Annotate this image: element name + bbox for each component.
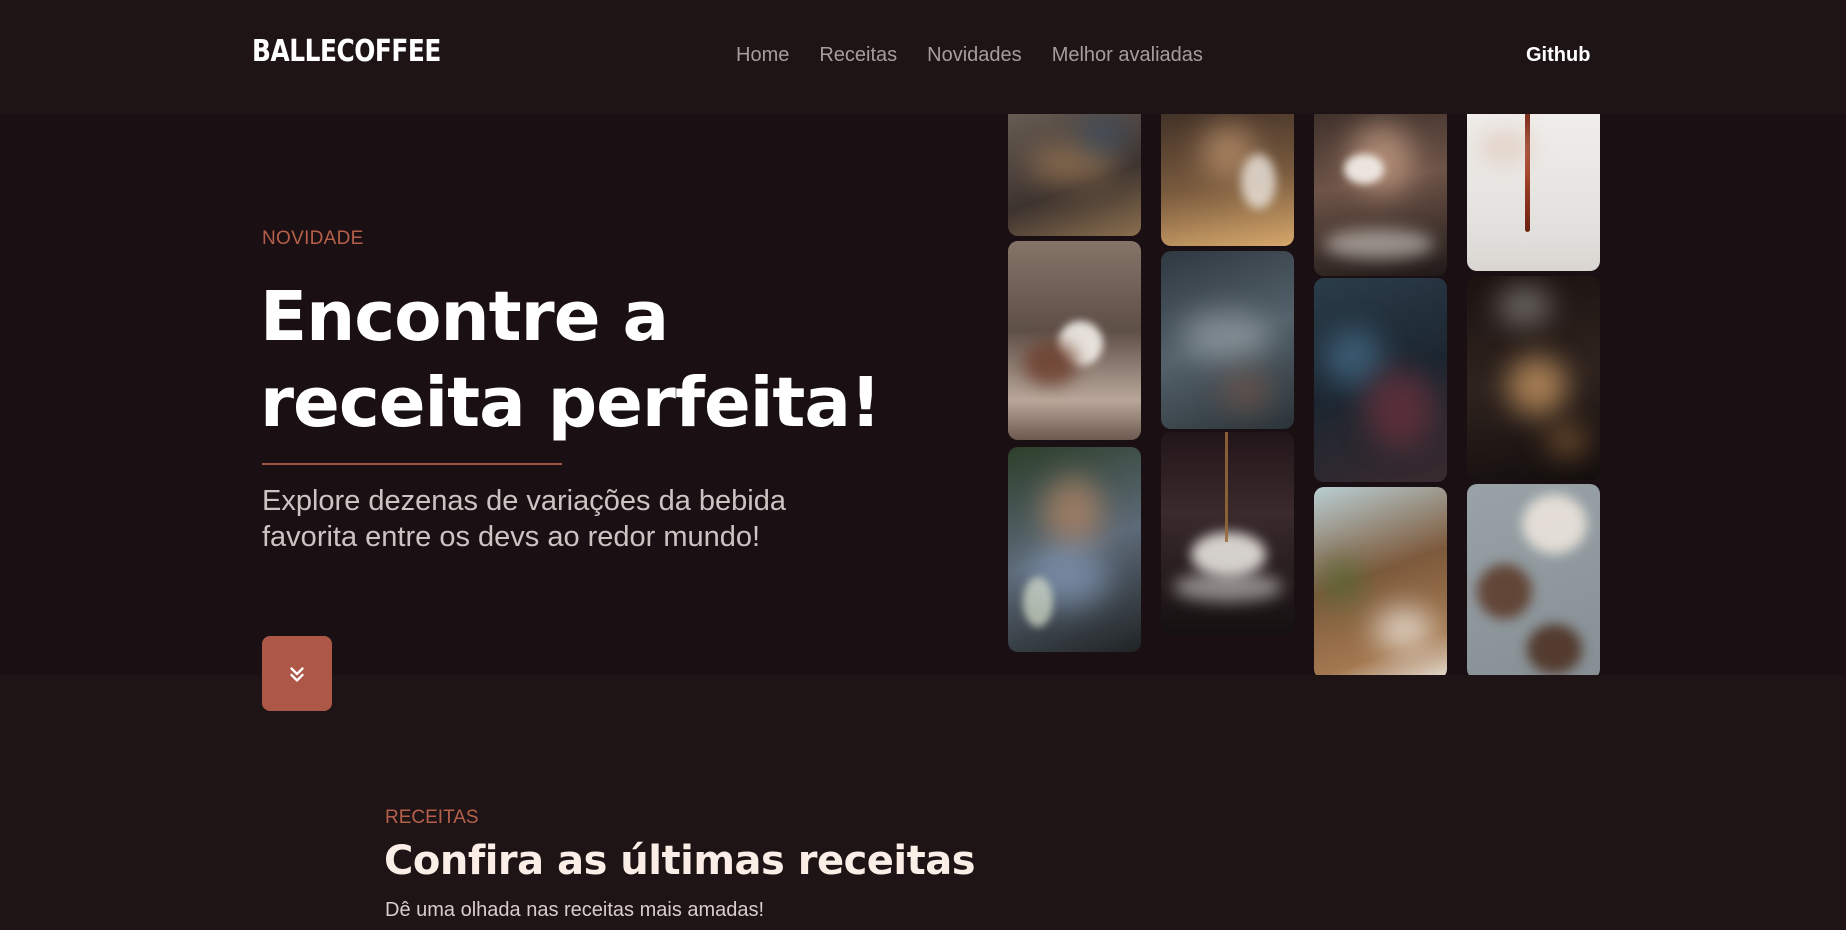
hero-subtitle: Explore dezenas de variações da bebida f… <box>262 485 786 553</box>
nav-melhor-avaliadas[interactable]: Melhor avaliadas <box>1052 44 1203 67</box>
scroll-down-button[interactable] <box>262 636 332 711</box>
recipes-eyebrow: RECEITAS <box>385 807 479 828</box>
hero-title-line-1: Encontre a <box>260 277 669 357</box>
photo-man-laptop-cup <box>1008 447 1141 652</box>
hero-title-line-2: receita perfeita! <box>260 363 881 443</box>
photo-hand-coffee-mug <box>1008 241 1141 440</box>
hero-divider <box>262 463 562 465</box>
github-link[interactable]: Github <box>1526 44 1590 67</box>
hero-eyebrow: NOVIDADE <box>262 228 364 249</box>
photo-barista-machine <box>1161 114 1294 246</box>
photo-woman-drinking <box>1314 114 1447 276</box>
photo-team-laptops <box>1008 114 1141 236</box>
photo-latte-art-pour <box>1467 276 1600 480</box>
chevrons-down-icon <box>290 666 304 682</box>
site-header: BALLECOFFEE Home Receitas Novidades Melh… <box>0 0 1846 114</box>
nav-receitas[interactable]: Receitas <box>819 44 897 67</box>
hero-section: NOVIDADE Encontre a receita perfeita! Ex… <box>0 114 1846 675</box>
recipes-subtitle: Dê uma olhada nas receitas mais amadas! <box>385 899 765 921</box>
photo-dev-monitors <box>1314 278 1447 482</box>
photo-espresso-beans <box>1467 484 1600 675</box>
main-nav: Home Receitas Novidades Melhor avaliadas <box>736 44 1203 67</box>
brand-logo[interactable]: BALLECOFFEE <box>252 34 441 69</box>
nav-home[interactable]: Home <box>736 44 789 67</box>
photo-coffee-pour-cup <box>1161 432 1294 634</box>
photo-desk-window <box>1314 487 1447 675</box>
recipes-title: Confira as últimas receitas <box>384 838 976 884</box>
photo-coffee-pouring <box>1467 114 1600 271</box>
hero-title: Encontre a receita perfeita! <box>260 274 900 446</box>
nav-novidades[interactable]: Novidades <box>927 44 1022 67</box>
photo-baristas-overhead <box>1161 251 1294 429</box>
